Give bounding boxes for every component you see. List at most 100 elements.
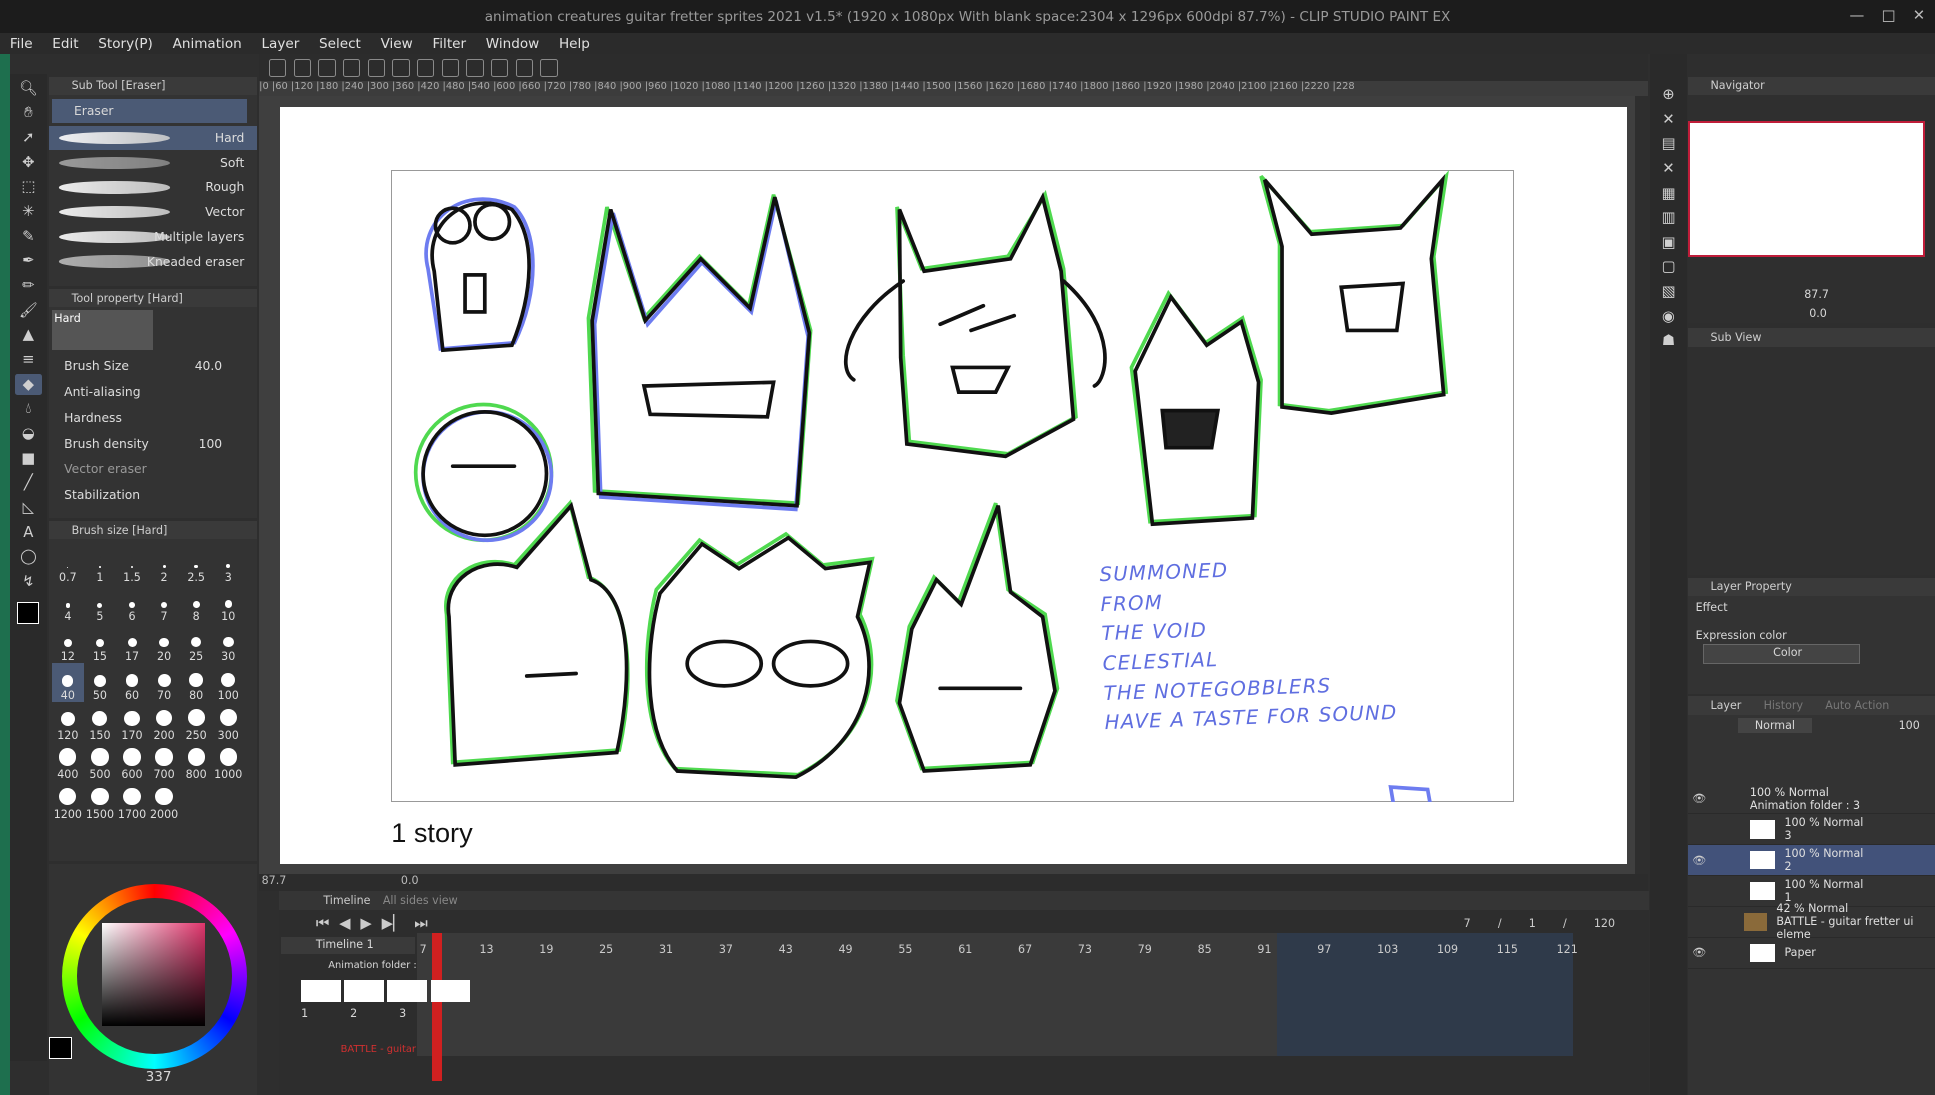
brush-size-option[interactable]: 20: [148, 623, 180, 663]
open-file-icon[interactable]: [318, 59, 336, 77]
layer-row[interactable]: 👁︎ Paper: [1688, 938, 1935, 969]
brush-size-option[interactable]: 17: [116, 623, 148, 663]
brush-size-option[interactable]: 4: [52, 584, 84, 623]
brush-size-option[interactable]: 1200: [52, 781, 84, 821]
snap-ruler-icon[interactable]: [490, 59, 509, 77]
anti-aliasing-row[interactable]: Anti-aliasing: [49, 379, 256, 405]
timeline-selector[interactable]: Timeline 1: [281, 936, 415, 954]
layer-row[interactable]: 100 % Normal 3: [1688, 814, 1935, 846]
brush-size-option[interactable]: 15: [84, 623, 116, 663]
brush-size-option[interactable]: 100: [212, 663, 244, 702]
brush-size-option[interactable]: 7: [148, 584, 180, 623]
brush-size-option[interactable]: 60: [116, 663, 148, 702]
brush-soft[interactable]: Soft: [49, 150, 256, 175]
cel-thumbnail[interactable]: [344, 979, 384, 1003]
foreground-color-swatch[interactable]: [49, 1036, 72, 1059]
canvas-zoom[interactable]: 87.7: [262, 874, 287, 887]
brush-multiple-layers[interactable]: Multiple layers: [49, 225, 256, 250]
visibility-eye-icon[interactable]: 👁︎: [1688, 946, 1710, 959]
minimize-button[interactable]: —: [1849, 7, 1864, 24]
brush-size-option[interactable]: 50: [84, 663, 116, 702]
brush-size-option[interactable]: 2: [148, 544, 180, 584]
play-icon[interactable]: ▶: [360, 915, 371, 932]
layer-row[interactable]: 👁︎ 100 % Normal Animation folder : 3: [1688, 784, 1935, 815]
brush-size-option[interactable]: 400: [52, 742, 84, 781]
brush-hard[interactable]: Hard: [49, 125, 257, 151]
end-icon[interactable]: ⏭: [414, 915, 427, 932]
brush-size-option[interactable]: 80: [180, 663, 212, 702]
clear-icon[interactable]: [416, 59, 435, 77]
brush-size-row[interactable]: Brush Size 40.0: [49, 353, 256, 379]
balloon-tool-icon[interactable]: ◯: [15, 546, 42, 567]
undo-icon[interactable]: [367, 59, 385, 77]
selection-tool-icon[interactable]: ⬚: [15, 176, 42, 197]
fill-tool-icon[interactable]: ◒: [15, 423, 42, 444]
blend-mode-select[interactable]: Normal: [1737, 717, 1813, 734]
animation-folder-track[interactable]: Animation folder : 3: [328, 960, 426, 971]
brush-size-option[interactable]: 30: [212, 623, 244, 663]
timeline-tab[interactable]: Timeline: [323, 894, 370, 907]
history-tab[interactable]: History: [1764, 699, 1803, 712]
brush-size-option[interactable]: 8: [180, 584, 212, 623]
brush-size-option[interactable]: 700: [148, 742, 180, 781]
maximize-button[interactable]: □: [1882, 7, 1896, 24]
pen-tool-icon[interactable]: ✒: [15, 250, 42, 271]
panel-icon[interactable]: ▢: [1655, 257, 1682, 278]
brush-tool-icon[interactable]: 🖌︎: [15, 300, 42, 321]
menu-story[interactable]: Story(P): [88, 36, 162, 52]
auto-select-icon[interactable]: ✳: [15, 201, 42, 222]
figure-tool-icon[interactable]: ╱: [15, 472, 42, 493]
menu-icon[interactable]: [269, 59, 287, 77]
brush-size-option[interactable]: 10: [212, 584, 244, 623]
correct-line-icon[interactable]: ↯: [15, 571, 42, 592]
prev-frame-icon[interactable]: ◀: [339, 915, 350, 932]
layers-icon[interactable]: ▤: [1655, 133, 1682, 154]
menu-window[interactable]: Window: [476, 36, 549, 52]
brush-size-option[interactable]: 300: [212, 702, 244, 742]
brush-size-option[interactable]: 500: [84, 742, 116, 781]
brush-size-value[interactable]: 40.0: [195, 359, 222, 373]
new-file-icon[interactable]: [293, 59, 311, 77]
brush-rough[interactable]: Rough: [49, 175, 256, 200]
layer-row[interactable]: 42 % Normal BATTLE - guitar fretter ui el…: [1688, 902, 1935, 941]
menu-view[interactable]: View: [371, 36, 423, 52]
auto-action-tab[interactable]: Auto Action: [1825, 699, 1889, 712]
canvas-angle[interactable]: 0.0: [401, 874, 419, 887]
menu-select[interactable]: Select: [309, 36, 371, 52]
menu-help[interactable]: Help: [549, 36, 600, 52]
navigator-zoom[interactable]: 87.7: [1804, 288, 1829, 301]
sub-tool-group[interactable]: Eraser: [51, 98, 247, 124]
cel-thumbnail[interactable]: [430, 979, 471, 1003]
brush-size-option[interactable]: 250: [180, 702, 212, 742]
panel-icon[interactable]: ▧: [1655, 281, 1682, 302]
figure-icon[interactable]: ☗: [1655, 330, 1682, 351]
rewind-icon[interactable]: ⏮: [316, 915, 329, 932]
stabilization-row[interactable]: Stabilization: [49, 482, 256, 508]
brush-size-option[interactable]: 150: [84, 702, 116, 742]
brush-size-option[interactable]: 2000: [148, 781, 180, 821]
brush-size-option[interactable]: 1700: [116, 781, 148, 821]
brush-size-option[interactable]: 5: [84, 584, 116, 623]
redo-icon[interactable]: [392, 59, 410, 77]
search-icon[interactable]: ⊕: [1655, 84, 1682, 105]
gradient-tool-icon[interactable]: ■: [15, 448, 42, 469]
frame-tool-icon[interactable]: ◺: [15, 497, 42, 518]
settings-icon[interactable]: [540, 59, 558, 77]
close-button[interactable]: ✕: [1913, 7, 1925, 24]
navigator-angle[interactable]: 0.0: [1809, 307, 1827, 320]
fill-icon[interactable]: [441, 59, 459, 77]
brush-size-option[interactable]: 170: [116, 702, 148, 742]
brush-size-option[interactable]: 6: [116, 584, 148, 623]
close-panel-icon[interactable]: ✕: [1655, 158, 1682, 179]
brush-size-option[interactable]: 1500: [84, 781, 116, 821]
menu-animation[interactable]: Animation: [163, 36, 252, 52]
brush-size-option[interactable]: 800: [180, 742, 212, 781]
hardness-row[interactable]: Hardness: [49, 405, 256, 431]
eyedropper-icon[interactable]: ✎: [15, 226, 42, 247]
decoration-icon[interactable]: ≡: [15, 349, 42, 370]
next-frame-icon[interactable]: ▶▏: [382, 915, 405, 932]
vector-eraser-row[interactable]: Vector eraser: [49, 457, 256, 483]
move-tool-icon[interactable]: ✥: [15, 152, 42, 173]
navigator-thumbnail[interactable]: [1688, 120, 1926, 257]
snap-special-ruler-icon[interactable]: [515, 59, 533, 77]
